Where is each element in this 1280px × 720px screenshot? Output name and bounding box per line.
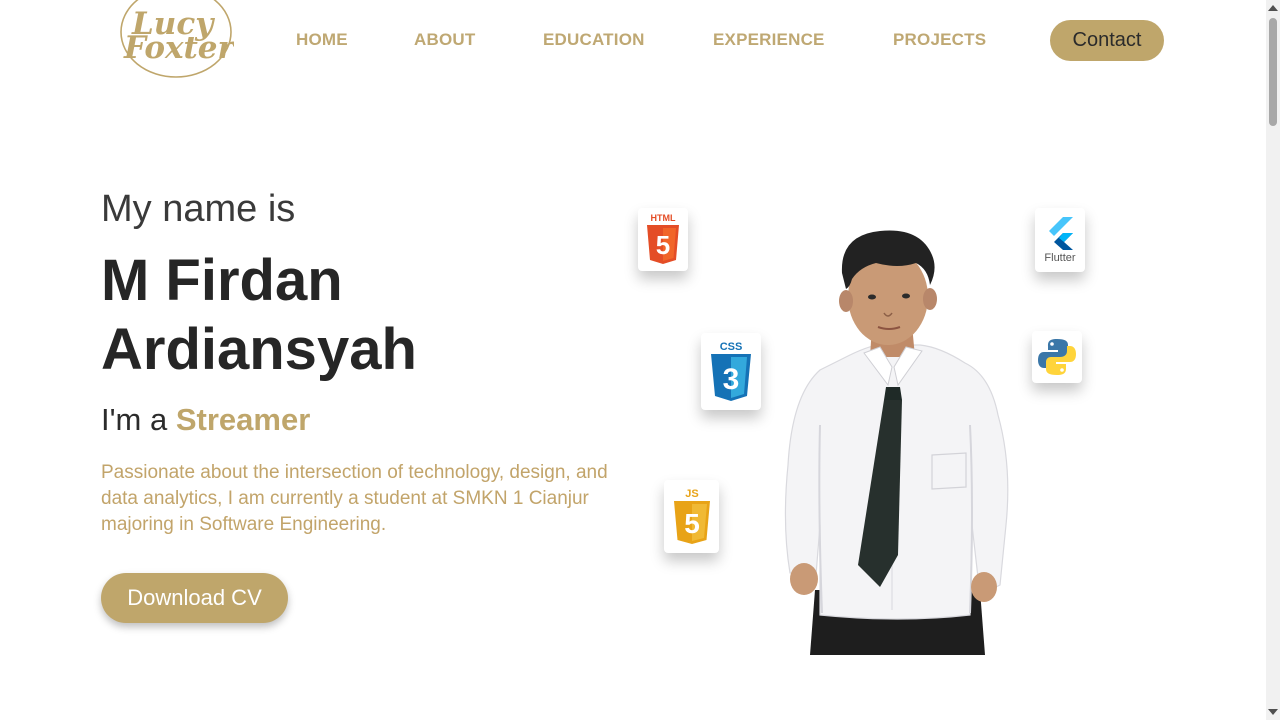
hero-name-line2: Ardiansyah bbox=[101, 317, 417, 382]
profile-photo bbox=[784, 230, 1009, 655]
flutter-icon bbox=[1049, 217, 1073, 250]
html-icon-digit: 5 bbox=[656, 230, 670, 260]
flutter-label: Flutter bbox=[1044, 252, 1076, 264]
top-navigation: Lucy Foxter HOME ABOUT EDUCATION EXPERIE… bbox=[0, 0, 1266, 80]
scroll-down-arrow-icon[interactable] bbox=[1268, 709, 1278, 715]
js-card: JS 5 bbox=[664, 480, 719, 553]
js-icon-label: JS bbox=[685, 488, 698, 500]
js-icon-digit: 5 bbox=[684, 508, 700, 539]
css-icon-digit: 3 bbox=[723, 363, 740, 396]
flutter-card: Flutter bbox=[1035, 208, 1085, 272]
intro-text: My name is bbox=[101, 188, 296, 230]
python-card bbox=[1032, 331, 1082, 383]
scroll-up-arrow-icon[interactable] bbox=[1268, 5, 1278, 11]
html-card: HTML 5 bbox=[638, 208, 688, 271]
nav-education[interactable]: EDUCATION bbox=[543, 30, 645, 50]
hero-description: Passionate about the intersection of tec… bbox=[101, 462, 608, 535]
hero-name-line1: M Firdan bbox=[101, 248, 343, 313]
role-text: I'm a Streamer bbox=[101, 402, 310, 438]
scrollbar-thumb[interactable] bbox=[1269, 18, 1277, 126]
download-cv-button[interactable]: Download CV bbox=[101, 573, 288, 623]
nav-about[interactable]: ABOUT bbox=[414, 30, 475, 50]
nav-experience[interactable]: EXPERIENCE bbox=[713, 30, 825, 50]
role-prefix: I'm a bbox=[101, 402, 168, 437]
css-icon-label: CSS bbox=[720, 341, 743, 353]
role-highlight: Streamer bbox=[175, 402, 311, 437]
python-icon bbox=[1038, 339, 1076, 375]
css-card: CSS 3 bbox=[701, 333, 761, 410]
lucy-foxter-logo: Lucy Foxter bbox=[120, 0, 237, 78]
nav-projects[interactable]: PROJECTS bbox=[893, 30, 986, 50]
hero-name: M Firdan Ardiansyah bbox=[101, 246, 581, 384]
html-icon-label: HTML bbox=[651, 213, 676, 223]
javascript-icon: JS 5 bbox=[673, 488, 710, 544]
logo[interactable]: Lucy Foxter bbox=[118, 0, 237, 80]
contact-button[interactable]: Contact bbox=[1050, 20, 1164, 61]
css3-icon: CSS 3 bbox=[711, 341, 751, 401]
logo-line2: Foxter bbox=[123, 30, 234, 66]
scrollbar[interactable] bbox=[1266, 0, 1280, 720]
html5-icon: HTML 5 bbox=[647, 213, 679, 264]
nav-home[interactable]: HOME bbox=[296, 30, 348, 50]
